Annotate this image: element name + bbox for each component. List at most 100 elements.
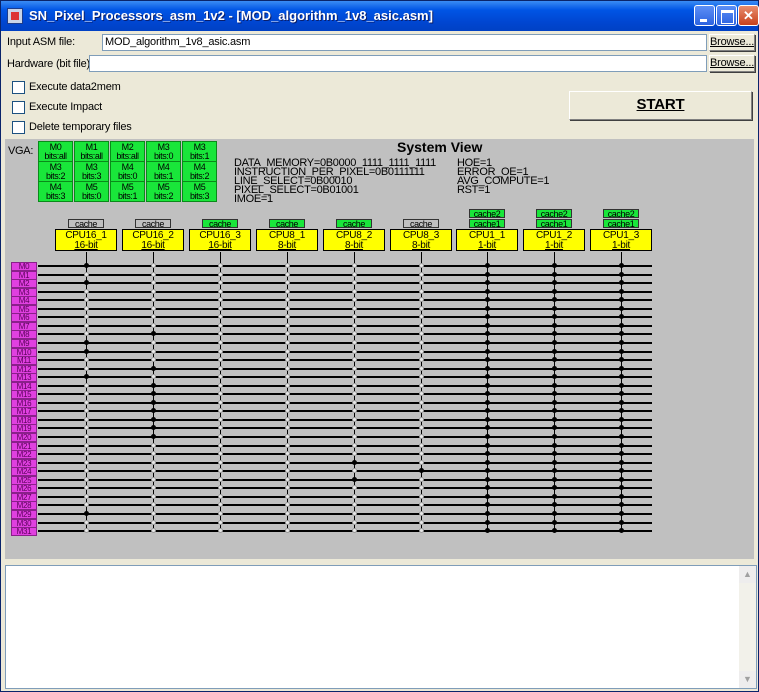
- connection-dot-inactive: [352, 502, 357, 507]
- connection-dot-inactive: [285, 331, 290, 336]
- vga-memory-cell: M4 bits:0: [110, 161, 145, 182]
- memory-label: M17: [11, 407, 37, 416]
- option-checkbox[interactable]: [12, 121, 25, 134]
- connection-dot-active: [485, 485, 490, 490]
- connection-dot-inactive: [285, 494, 290, 499]
- connection-dot-inactive: [419, 400, 424, 405]
- log-output[interactable]: ▲ ▼: [5, 565, 757, 689]
- connection-dot-inactive: [285, 408, 290, 413]
- option-checkbox[interactable]: [12, 101, 25, 114]
- connection-dot-active: [552, 314, 557, 319]
- connection-dot-inactive: [419, 494, 424, 499]
- connection-dot-inactive: [285, 289, 290, 294]
- connection-dot-active: [552, 502, 557, 507]
- connection-dot-inactive: [285, 425, 290, 430]
- hardware-browse-label: Browse...: [710, 57, 755, 69]
- connection-dot-inactive: [285, 451, 290, 456]
- connection-dot-inactive: [419, 340, 424, 345]
- connection-dot-active: [552, 417, 557, 422]
- maximize-button[interactable]: [716, 5, 737, 26]
- connection-dot-inactive: [151, 340, 156, 345]
- connection-dot-inactive: [84, 357, 89, 362]
- connection-dot-inactive: [419, 383, 424, 388]
- connection-dot-inactive: [84, 314, 89, 319]
- vga-cell-bits: bits:2: [189, 171, 210, 181]
- connection-dot-inactive: [419, 443, 424, 448]
- connection-dot-inactive: [352, 443, 357, 448]
- close-button[interactable]: ✕: [738, 5, 759, 26]
- connection-dot-inactive: [352, 263, 357, 268]
- vga-cell-bits: bits:all: [116, 151, 139, 161]
- memory-label: M2: [11, 279, 37, 288]
- connection-dot-inactive: [419, 425, 424, 430]
- connection-dot-inactive: [285, 485, 290, 490]
- vga-memory-cell: M3 bits:3: [74, 161, 109, 182]
- memory-bus-line: [38, 368, 652, 370]
- connection-dot-inactive: [419, 357, 424, 362]
- connection-dot-inactive: [352, 366, 357, 371]
- connection-dot-active: [485, 366, 490, 371]
- log-text: [6, 566, 756, 570]
- vga-cell-bits: bits:0: [81, 191, 102, 201]
- connection-dot-active: [619, 383, 624, 388]
- memory-label: M28: [11, 501, 37, 510]
- asm-browse-button[interactable]: Browse...: [709, 34, 755, 51]
- app-icon[interactable]: [7, 8, 23, 24]
- connection-dot-active: [151, 425, 156, 430]
- connection-dot-inactive: [285, 340, 290, 345]
- memory-label: M22: [11, 450, 37, 459]
- connection-dot-inactive: [419, 272, 424, 277]
- connection-dot-active: [485, 297, 490, 302]
- connection-dot-inactive: [218, 289, 223, 294]
- connection-dot-active: [552, 357, 557, 362]
- status-flag: RST=1: [457, 184, 491, 196]
- connection-dot-active: [485, 425, 490, 430]
- connection-dot-inactive: [218, 425, 223, 430]
- connection-dot-active: [619, 289, 624, 294]
- memory-label: M9: [11, 339, 37, 348]
- connection-dot-inactive: [352, 331, 357, 336]
- connection-dot-inactive: [419, 289, 424, 294]
- connection-dot-active: [552, 408, 557, 413]
- cpu-bits: 8-bit: [278, 240, 296, 251]
- connection-dot-inactive: [419, 511, 424, 516]
- connection-dot-inactive: [419, 314, 424, 319]
- cache-block: cache1: [536, 219, 572, 228]
- minimize-button[interactable]: [694, 5, 715, 26]
- title-bar[interactable]: SN_Pixel_Processors_asm_1v2 - [MOD_algor…: [1, 1, 759, 31]
- asm-file-field[interactable]: MOD_algorithm_1v8_asic.asm: [102, 34, 707, 51]
- memory-bus-line: [38, 496, 652, 498]
- connection-dot-inactive: [151, 520, 156, 525]
- connection-dot-inactive: [285, 520, 290, 525]
- memory-label: M0: [11, 262, 37, 271]
- connection-dot-inactive: [419, 528, 424, 533]
- connection-dot-active: [619, 349, 624, 354]
- memory-bus-line: [38, 282, 652, 284]
- scroll-down-icon[interactable]: ▼: [739, 671, 756, 688]
- connection-dot-inactive: [84, 306, 89, 311]
- option-checkbox[interactable]: [12, 81, 25, 94]
- vga-memory-cell: M4 bits:2: [182, 161, 217, 182]
- start-button[interactable]: START: [569, 91, 752, 120]
- connection-dot-inactive: [419, 374, 424, 379]
- connection-dot-inactive: [151, 280, 156, 285]
- vga-cell-bits: bits:all: [80, 151, 103, 161]
- connection-dot-inactive: [218, 460, 223, 465]
- asm-file-label: Input ASM file:: [7, 36, 75, 48]
- connection-dot-inactive: [419, 451, 424, 456]
- hardware-browse-button[interactable]: Browse...: [709, 55, 755, 72]
- connection-dot-active: [619, 451, 624, 456]
- connection-dot-inactive: [285, 314, 290, 319]
- log-scrollbar[interactable]: ▲ ▼: [739, 566, 756, 688]
- scroll-up-icon[interactable]: ▲: [739, 566, 756, 583]
- start-label: START: [636, 96, 685, 113]
- connection-dot-active: [552, 340, 557, 345]
- vga-cell-bits: bits:all: [44, 151, 67, 161]
- connection-dot-active: [485, 511, 490, 516]
- vga-memory-cell: M2 bits:all: [110, 141, 145, 162]
- connection-dot-inactive: [218, 502, 223, 507]
- cache-block: cache2: [536, 209, 572, 218]
- connection-dot-active: [619, 306, 624, 311]
- connection-dot-active: [619, 485, 624, 490]
- hardware-file-field[interactable]: [89, 55, 707, 72]
